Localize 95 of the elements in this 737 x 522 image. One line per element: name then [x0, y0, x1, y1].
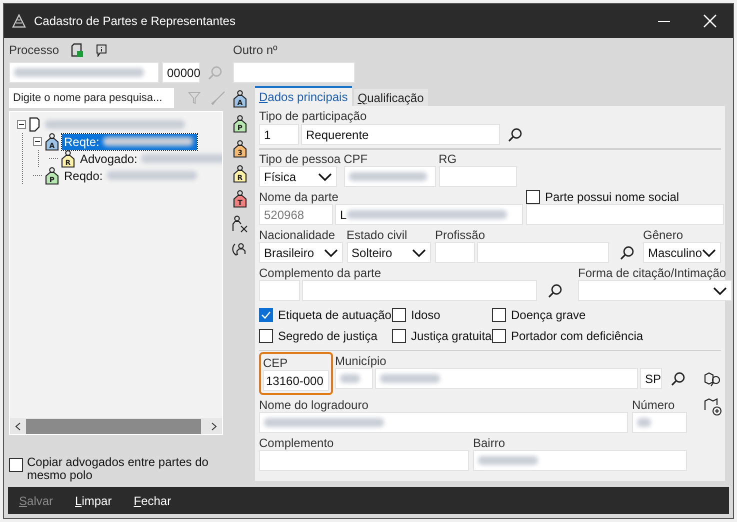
- dropdown[interactable]: Física: [259, 166, 337, 187]
- checkbox-label: Justiça gratuita: [411, 328, 492, 345]
- field-label: Nome da parte: [259, 190, 340, 204]
- input-field[interactable]: [435, 242, 475, 263]
- map-add-icon[interactable]: [704, 398, 722, 416]
- checkbox[interactable]: [392, 308, 406, 322]
- input-field[interactable]: [233, 62, 355, 83]
- checkbox-label: Segredo de justiça: [278, 328, 378, 345]
- field-label: Complemento da parte: [259, 266, 382, 280]
- checkbox-label: Idoso: [411, 307, 440, 324]
- person-remove-icon[interactable]: [231, 215, 249, 233]
- input-field[interactable]: Requerente: [301, 124, 500, 145]
- input-field[interactable]: [344, 166, 436, 187]
- redacted-text: [478, 456, 538, 465]
- field-label: Município: [335, 354, 388, 368]
- input-field[interactable]: [259, 280, 300, 301]
- tab[interactable]: Dados principais: [255, 86, 352, 106]
- scrollbar-thumb[interactable]: [26, 418, 201, 434]
- chevron-down-icon: [318, 172, 332, 180]
- field-label: Outro nº: [233, 43, 278, 57]
- expander-toggle[interactable]: [33, 137, 42, 146]
- checkbox-label: Copiar advogados entre partes do mesmo polo: [27, 456, 210, 482]
- field-label: RG: [438, 152, 458, 166]
- field-label: Complemento: [259, 436, 335, 450]
- chevron-down-icon: [324, 248, 338, 256]
- app-logo-icon: [12, 14, 26, 28]
- input-field[interactable]: 520968: [259, 204, 333, 225]
- search-icon[interactable]: [670, 370, 686, 386]
- window-title: Cadastro de Partes e Representantes: [34, 13, 236, 30]
- field-label: Nome do logradouro: [259, 398, 370, 412]
- redacted-text: [380, 374, 440, 383]
- input-field[interactable]: [259, 412, 628, 433]
- checkbox[interactable]: [9, 458, 23, 472]
- search-icon[interactable]: [507, 126, 523, 142]
- dropdown[interactable]: Masculino: [643, 242, 721, 263]
- search-icon[interactable]: [547, 282, 563, 298]
- chevron-down-icon: [713, 286, 727, 294]
- expander-toggle[interactable]: [17, 120, 26, 129]
- field-label: Gênero: [643, 228, 684, 242]
- input-field[interactable]: [375, 368, 638, 389]
- field-label: Estado civil: [346, 228, 408, 242]
- input-field[interactable]: [477, 242, 609, 263]
- input-field[interactable]: 13160-000: [263, 370, 329, 391]
- dropdown[interactable]: Brasileiro: [259, 242, 343, 263]
- checkbox[interactable]: [492, 329, 506, 343]
- checkbox[interactable]: [526, 190, 540, 204]
- field-label: Nacionalidade: [259, 228, 336, 242]
- search-field[interactable]: Digite o nome para pesquisa...: [9, 88, 174, 108]
- checkbox-label: Parte possui nome social: [545, 189, 680, 206]
- tab[interactable]: Qualificação: [354, 89, 428, 106]
- tree-item[interactable]: Reqdo:: [62, 168, 201, 184]
- input-field[interactable]: [259, 450, 469, 471]
- field-label: Forma de citação/Intimação: [578, 266, 728, 280]
- checkbox-label: Portador com deficiência: [511, 328, 644, 345]
- input-field[interactable]: SP: [640, 368, 662, 389]
- redacted-text: [637, 418, 651, 427]
- input-field[interactable]: [335, 368, 373, 389]
- input-field[interactable]: 00000: [162, 62, 200, 83]
- field-label: CPF: [344, 152, 369, 166]
- input-field[interactable]: L: [335, 204, 523, 225]
- chevron-down-icon: [412, 248, 426, 256]
- input-field[interactable]: [526, 204, 724, 225]
- input-field[interactable]: [438, 166, 517, 187]
- checkbox-label: Etiqueta de autuação: [278, 307, 392, 324]
- horizontal-scrollbar[interactable]: [10, 418, 222, 434]
- field-label: Bairro: [473, 436, 506, 450]
- field-label: CEP: [263, 356, 289, 370]
- close-icon: [703, 14, 717, 28]
- checkbox[interactable]: [392, 329, 406, 343]
- input-field[interactable]: 1: [259, 124, 299, 145]
- info-note-icon[interactable]: [96, 44, 108, 56]
- tree-item[interactable]: Advogado:: [78, 150, 222, 166]
- document-add-icon[interactable]: [71, 42, 84, 58]
- input-field[interactable]: [473, 450, 687, 471]
- document-icon: [29, 117, 40, 132]
- dropdown[interactable]: Solteiro: [346, 242, 431, 263]
- input-field[interactable]: [302, 280, 537, 301]
- checkbox-label: Doença grave: [511, 307, 586, 324]
- redacted-text: [340, 374, 360, 383]
- chevron-down-icon: [702, 248, 716, 256]
- field-label: Profissão: [435, 228, 486, 242]
- field-label: Tipo de participação: [259, 109, 368, 123]
- search-icon[interactable]: [619, 244, 635, 260]
- checkbox[interactable]: [259, 308, 273, 322]
- input-field[interactable]: [632, 412, 687, 433]
- footer-button[interactable]: Limpar: [70, 492, 117, 510]
- footer-button[interactable]: Fechar: [128, 492, 176, 510]
- tree-item[interactable]: Reqte:: [62, 134, 198, 150]
- field-label: Número: [632, 398, 676, 412]
- checkbox[interactable]: [492, 308, 506, 322]
- field-label: Processo: [9, 43, 60, 57]
- checkbox[interactable]: [259, 329, 273, 343]
- map-search-icon[interactable]: [704, 372, 722, 388]
- input-field[interactable]: [9, 62, 159, 83]
- field-label: Tipo de pessoa: [259, 152, 341, 166]
